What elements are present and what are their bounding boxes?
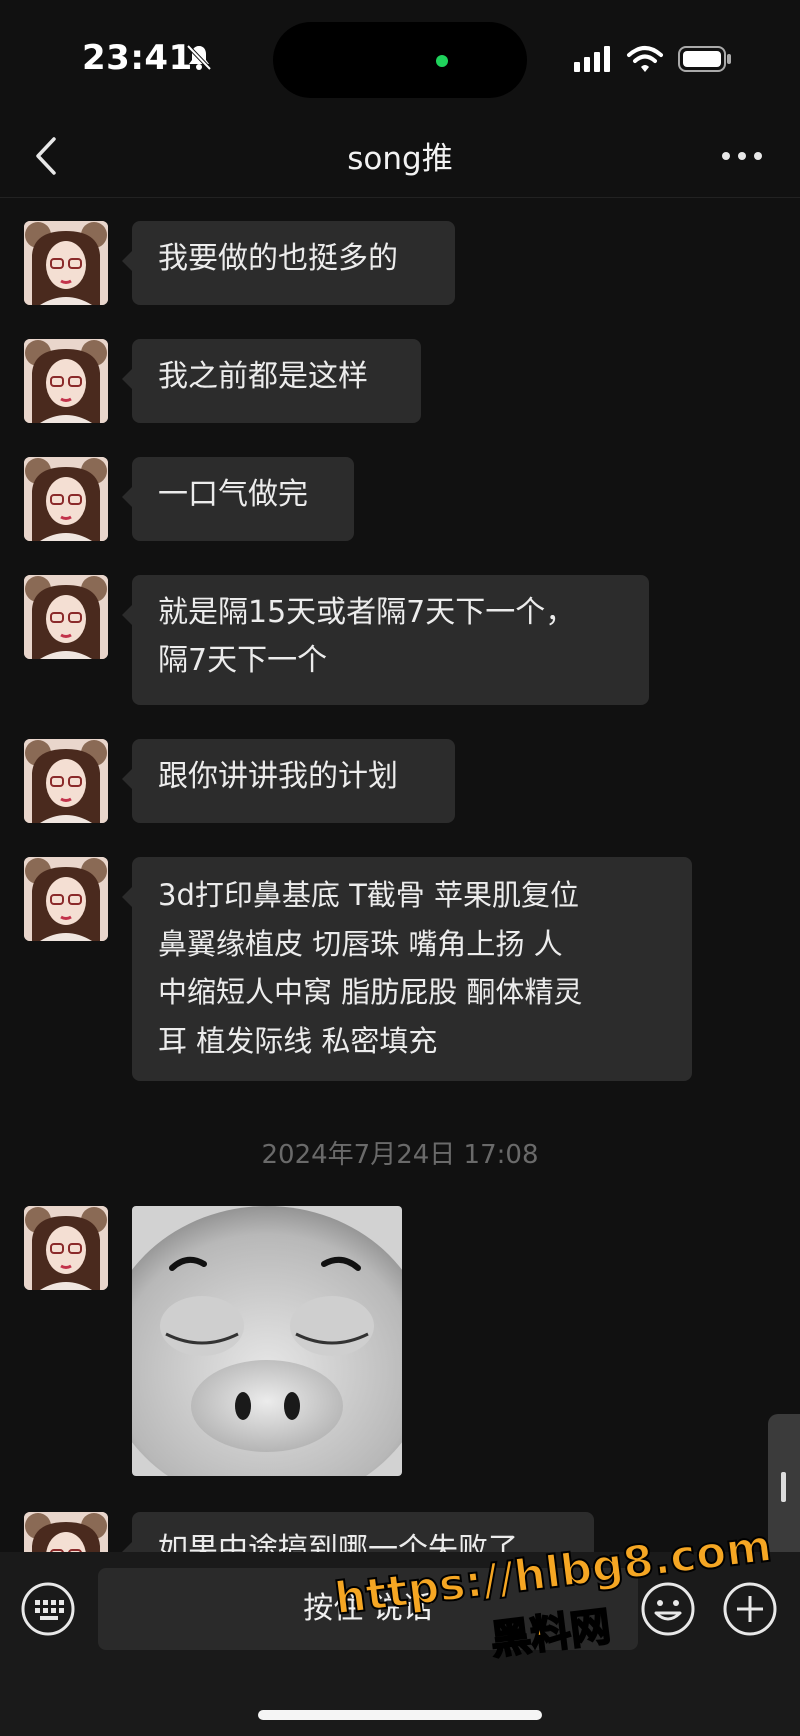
message-bubble[interactable]: 跟你讲讲我的计划: [122, 739, 455, 823]
message-line: 鼻翼缘植皮 切唇珠 嘴角上扬 人: [158, 926, 563, 961]
contact-avatar[interactable]: [24, 221, 108, 305]
message-line: 隔7天下一个: [158, 643, 328, 678]
message-text: 我之前都是这样: [158, 359, 368, 394]
message-bubble[interactable]: 我之前都是这样: [122, 339, 421, 423]
keyboard-icon[interactable]: [20, 1581, 76, 1637]
battery-icon: [678, 46, 731, 72]
message-line: 3d打印鼻基底 T截骨 苹果肌复位: [158, 878, 580, 912]
contact-avatar[interactable]: [24, 457, 108, 541]
message-bubble[interactable]: 3d打印鼻基底 T截骨 苹果肌复位 鼻翼缘植皮 切唇珠 嘴角上扬 人 中缩短人中…: [122, 857, 692, 1081]
chat-header: song推: [0, 115, 800, 197]
scroll-handle[interactable]: [768, 1414, 800, 1560]
signal-icon: [574, 46, 610, 72]
message-text: 我要做的也挺多的: [158, 241, 398, 276]
dynamic-island: [273, 22, 527, 98]
wifi-icon: [627, 46, 663, 72]
status-bar: 23:41: [0, 0, 800, 115]
contact-avatar[interactable]: [24, 857, 108, 941]
message-bubble[interactable]: 就是隔15天或者隔7天下一个， 隔7天下一个: [122, 575, 649, 705]
camera-indicator-dot: [436, 55, 448, 67]
bell-slash-icon: [186, 44, 212, 71]
contact-avatar[interactable]: [24, 739, 108, 823]
chat-title: song推: [347, 141, 453, 177]
message-text: 一口气做完: [158, 477, 308, 512]
message-line: 耳 植发际线 私密填充: [158, 1023, 438, 1058]
status-time: 23:41: [82, 38, 193, 78]
pig-face-sticker[interactable]: [132, 1206, 402, 1476]
date-divider: 2024年7月24日 17:08: [261, 1140, 539, 1170]
message-bubble[interactable]: 一口气做完: [122, 457, 354, 541]
message-line: 就是隔15天或者隔7天下一个，: [158, 595, 576, 630]
message-text: 跟你讲讲我的计划: [158, 759, 398, 794]
message-line: 中缩短人中窝 脂肪屁股 酮体精灵: [158, 975, 583, 1009]
header-divider: [0, 197, 800, 198]
contact-avatar[interactable]: [24, 339, 108, 423]
more-icon[interactable]: [718, 139, 766, 173]
contact-avatar[interactable]: [24, 1206, 108, 1290]
message-bubble[interactable]: 我要做的也挺多的: [122, 221, 455, 305]
contact-avatar[interactable]: [24, 575, 108, 659]
